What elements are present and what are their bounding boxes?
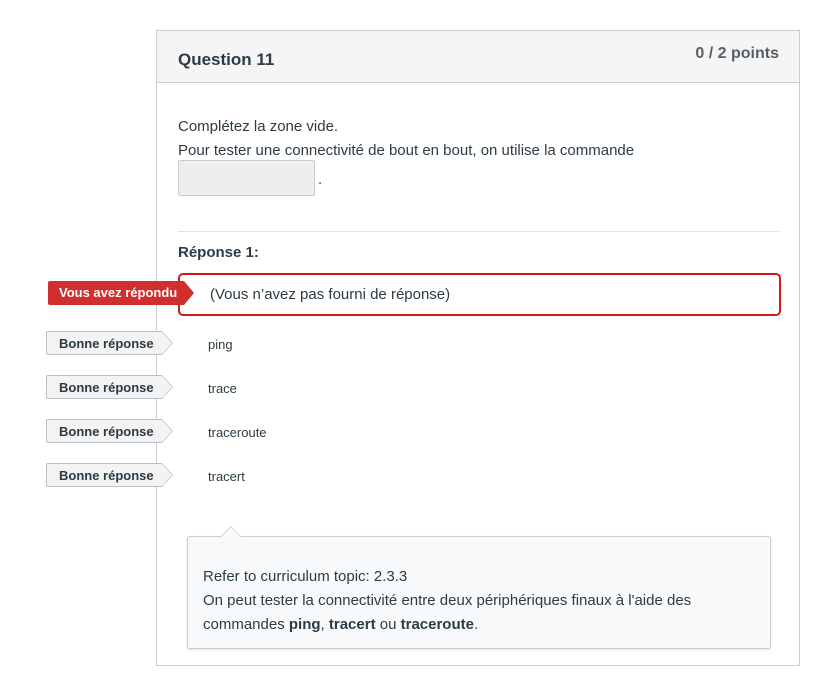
your-answer-text: (Vous n’avez pas fourni de réponse) xyxy=(210,286,451,303)
feedback-text: Refer to curriculum topic: 2.3.3 On peut… xyxy=(203,565,763,637)
question-text: Complétez la zone vide. Pour tester une … xyxy=(178,115,634,163)
feedback-sep-1: , xyxy=(320,616,329,633)
correct-answer-2: trace xyxy=(208,381,237,396)
question-title: Question 11 xyxy=(178,50,275,69)
answer-heading: Réponse 1: xyxy=(178,244,259,261)
correct-answer-flag-4: Bonne réponse xyxy=(46,463,173,487)
feedback-line-2: On peut tester la connectivité entre deu… xyxy=(203,592,692,609)
instruction-line-1: Complétez la zone vide. xyxy=(178,118,339,135)
feedback-cmd-ping: ping xyxy=(288,616,321,633)
correct-answer-1: ping xyxy=(208,337,233,352)
blank-answer-field[interactable] xyxy=(178,160,315,196)
your-answer-flag: Vous avez répondu xyxy=(48,281,194,305)
your-answer-box: (Vous n’avez pas fourni de réponse) xyxy=(178,273,781,316)
feedback-topic: Refer to curriculum topic: 2.3.3 xyxy=(203,568,408,585)
divider xyxy=(178,231,779,232)
question-card: Question 11 0 / 2 points Complétez la zo… xyxy=(156,30,800,666)
blank-suffix: . xyxy=(318,171,323,188)
correct-answer-flag-1: Bonne réponse xyxy=(46,331,173,355)
feedback-cmd-traceroute: traceroute xyxy=(400,616,474,633)
feedback-cmd-tracert: tracert xyxy=(328,616,376,633)
correct-answer-3: traceroute xyxy=(208,425,267,440)
question-header: Question 11 0 / 2 points xyxy=(157,31,799,83)
feedback-end: . xyxy=(473,616,479,633)
feedback-line-3: commandes ping, tracert ou traceroute. xyxy=(203,613,763,637)
correct-answer-4: tracert xyxy=(208,469,245,484)
feedback-prefix: commandes xyxy=(203,616,289,633)
question-points: 0 / 2 points xyxy=(695,45,779,62)
feedback-box: Refer to curriculum topic: 2.3.3 On peut… xyxy=(187,526,771,649)
correct-answer-flag-2: Bonne réponse xyxy=(46,375,173,399)
feedback-sep-2: ou xyxy=(375,616,401,633)
correct-answer-flag-3: Bonne réponse xyxy=(46,419,173,443)
